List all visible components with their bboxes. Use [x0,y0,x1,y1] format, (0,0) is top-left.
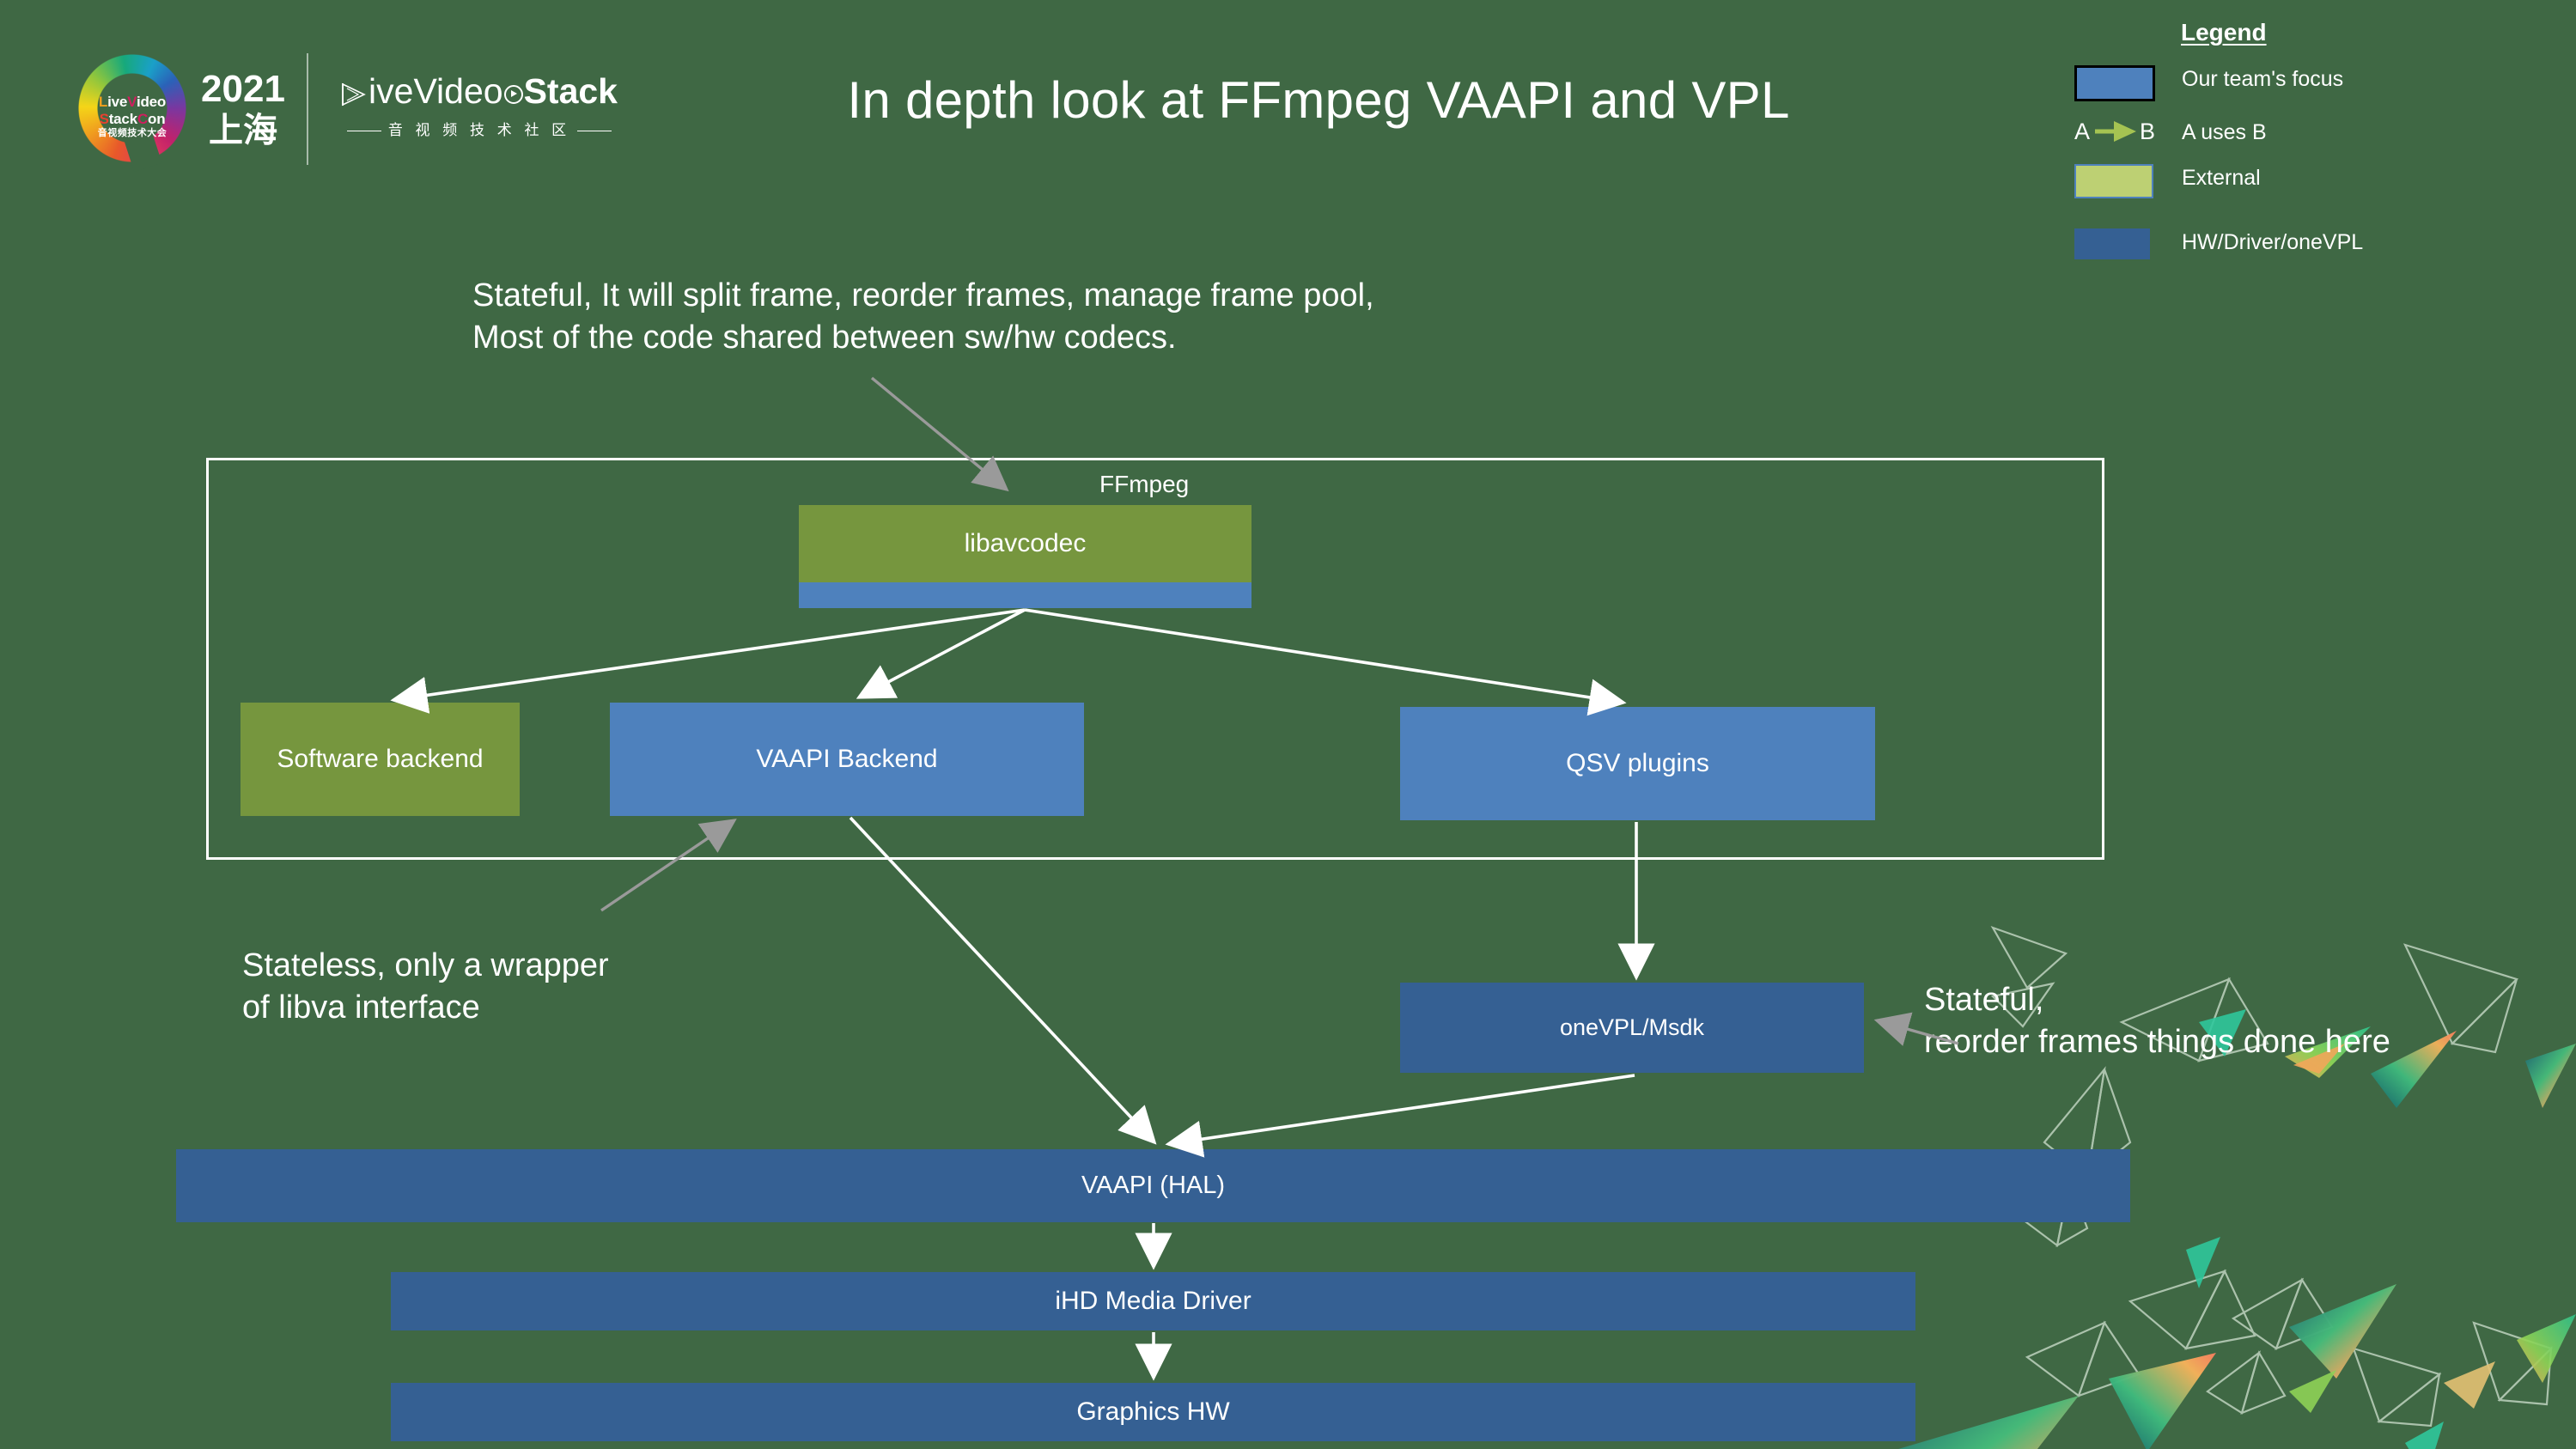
node-vaapi-hal[interactable]: VAAPI (HAL) [176,1149,2130,1222]
legend-swatch-olive [2074,164,2153,198]
legend-label-0: Our team's focus [2182,67,2344,91]
node-onevpl-msdk-label: oneVPL/Msdk [1559,1014,1705,1040]
play-flag-icon [341,78,367,107]
node-qsv-plugins[interactable]: QSV plugins [1400,707,1875,820]
node-software-backend[interactable]: Software backend [241,703,520,816]
legend-title: Legend [2181,19,2267,46]
node-ihd-media-driver[interactable]: iHD Media Driver [391,1272,1915,1330]
legend-label-1: A uses B [2182,120,2267,144]
logo-city: 上海 [209,112,277,149]
play-circle-icon [503,85,523,104]
ffmpeg-container-label: FFmpeg [1099,471,1190,497]
legend-label-3: HW/Driver/oneVPL [2182,230,2364,254]
conference-logo: LiveVideo StackCon 音视频技术大会 [77,53,187,173]
legend-a-label: A [2074,119,2091,144]
header-divider [307,53,308,165]
page-title: In depth look at FFmpeg VAAPI and VPL [847,71,1790,129]
node-vaapi-backend-label: VAAPI Backend [756,745,938,773]
legend-b-label: B [2140,119,2156,144]
node-ihd-media-driver-label: iHD Media Driver [1055,1287,1251,1315]
node-libavcodec-label: libavcodec [964,529,1087,557]
node-vaapi-backend[interactable]: VAAPI Backend [610,703,1084,816]
slide-canvas: LiveVideo StackCon 音视频技术大会 2021 上海 iveVi… [0,0,2576,1449]
node-onevpl-msdk[interactable]: oneVPL/Msdk [1400,983,1864,1073]
legend-swatch-darkblue [2074,228,2150,259]
logo-year: 2021 [201,68,285,110]
note-right: Stateful, reorder frames things done her… [1924,982,2390,1060]
arrow-onevpl-to-hal [1165,1074,1635,1158]
node-qsv-plugins-label: QSV plugins [1566,749,1709,777]
note-top: Stateful, It will split frame, reorder f… [472,277,1374,356]
brand-subtitle: 音 视 频 技 术 社 区 [333,118,625,139]
node-libavcodec-strip [799,582,1251,608]
logo-line-1: LiveVideo [98,94,167,110]
legend-arrow-sample: A B [2074,117,2160,146]
legend-arrow-icon [2095,121,2136,142]
logo-line-2: StackCon [99,111,166,127]
node-vaapi-hal-label: VAAPI (HAL) [1081,1172,1226,1199]
node-software-backend-label: Software backend [277,745,484,773]
node-libavcodec[interactable]: libavcodec [799,505,1251,582]
brand-logo: iveVideo Stack 音 视 频 技 术 社 区 [333,74,625,139]
node-graphics-hw[interactable]: Graphics HW [391,1383,1915,1441]
logo-line-3: 音视频技术大会 [97,128,167,138]
arrow-vaapi-to-hal [849,816,1157,1145]
node-graphics-hw-label: Graphics HW [1076,1397,1230,1426]
legend-swatch-blue [2074,65,2155,101]
note-left: Stateless, only a wrapper of libva inter… [242,947,609,1026]
brand-name: iveVideo Stack [333,74,625,109]
legend-label-2: External [2182,166,2261,190]
brand-subtitle-text: 音 视 频 技 术 社 区 [387,122,571,138]
